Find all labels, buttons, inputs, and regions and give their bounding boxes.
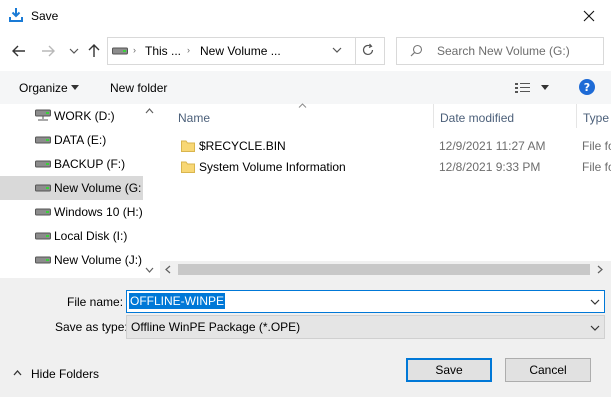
sidebar-item-work[interactable]: WORK (D:) — [0, 104, 143, 128]
search-placeholder: Search New Volume (G:) — [437, 44, 570, 58]
file-name-label: File name: — [67, 295, 124, 309]
close-icon — [583, 10, 595, 21]
up-arrow-icon — [88, 44, 100, 57]
sidebar-item-label: Windows 10 (H:) — [54, 205, 143, 219]
sidebar-item-new-volume-j[interactable]: New Volume (J:) — [0, 248, 143, 272]
forward-button[interactable] — [39, 42, 57, 60]
refresh-icon — [362, 43, 374, 56]
column-header-date[interactable]: Date modified — [440, 111, 514, 125]
hide-folders-label: Hide Folders — [31, 367, 100, 381]
sidebar-item-data[interactable]: DATA (E:) — [0, 128, 143, 152]
breadcrumb-separator-icon: › — [187, 45, 190, 55]
column-divider[interactable] — [433, 104, 434, 128]
sidebar-item-label: DATA (E:) — [54, 133, 107, 147]
drive-icon — [35, 256, 51, 264]
recent-locations-button[interactable] — [65, 42, 83, 60]
scroll-up-icon[interactable] — [145, 108, 154, 114]
sidebar-item-label: New Volume (J:) — [54, 253, 143, 267]
drive-icon — [35, 160, 51, 168]
sidebar-item-windows-10[interactable]: Windows 10 (H:) — [0, 200, 143, 224]
sort-ascending-icon — [298, 103, 307, 108]
chevron-down-icon — [590, 325, 600, 331]
chevron-down-icon — [69, 48, 79, 54]
sidebar-item-label: Local Disk (I:) — [54, 229, 128, 243]
navigation-pane-scrollbar[interactable] — [143, 104, 155, 278]
file-name-dropdown-icon[interactable] — [590, 299, 600, 305]
drive-icon — [35, 208, 51, 216]
sidebar-item-local-disk[interactable]: Local Disk (I:) — [0, 224, 143, 248]
scroll-left-icon[interactable] — [165, 265, 171, 274]
column-header-name[interactable]: Name — [178, 111, 210, 125]
drive-icon — [35, 184, 51, 192]
file-date: 12/8/2021 9:33 PM — [439, 160, 541, 174]
window-title: Save — [31, 9, 59, 23]
address-divider — [355, 37, 356, 65]
save-button[interactable]: Save — [406, 358, 492, 382]
forward-arrow-icon — [42, 45, 55, 57]
close-button[interactable] — [567, 0, 611, 31]
new-folder-label: New folder — [110, 81, 168, 95]
file-list — [160, 104, 611, 278]
file-name: System Volume Information — [199, 160, 346, 174]
save-arrow-icon — [8, 7, 24, 23]
file-type: File fo — [582, 139, 611, 153]
drive-icon — [35, 136, 51, 144]
file-row[interactable]: System Volume Information 12/8/2021 9:33… — [160, 156, 611, 178]
cancel-label: Cancel — [529, 363, 567, 377]
file-date: 12/9/2021 11:27 AM — [439, 139, 546, 153]
breadcrumb-volume[interactable]: New Volume ... — [200, 44, 281, 58]
scroll-down-icon[interactable] — [145, 267, 154, 273]
hide-folders-button[interactable]: Hide Folders — [31, 367, 99, 381]
back-arrow-icon — [12, 45, 25, 57]
save-type-label: Save as type: — [55, 320, 128, 334]
organize-label: Organize — [19, 81, 68, 95]
sidebar-item-label: BACKUP (F:) — [54, 157, 126, 171]
organize-dropdown-icon — [71, 85, 79, 90]
sidebar-item-backup[interactable]: BACKUP (F:) — [0, 152, 143, 176]
scrollbar-thumb[interactable] — [178, 264, 590, 275]
file-row[interactable]: $RECYCLE.BIN 12/9/2021 11:27 AM File fo — [160, 135, 611, 157]
sidebar-item-label: WORK (D:) — [54, 109, 115, 123]
address-dropdown-button[interactable] — [332, 45, 342, 55]
up-button[interactable] — [85, 42, 103, 60]
chevron-down-icon — [332, 47, 342, 53]
sidebar-item-label: New Volume (G: — [54, 181, 142, 195]
svg-text:?: ? — [584, 81, 590, 94]
breadcrumb-separator-icon: › — [133, 45, 136, 55]
refresh-button[interactable] — [361, 43, 375, 57]
chevron-up-icon[interactable] — [13, 370, 22, 376]
save-type-value: Offline WinPE Package (*.OPE) — [131, 320, 301, 334]
sidebar-item-new-volume-g[interactable]: New Volume (G: — [0, 176, 143, 200]
scroll-right-icon[interactable] — [597, 265, 603, 274]
file-name-value[interactable]: OFFLINE-WINPE — [129, 293, 226, 309]
breadcrumb-this-pc[interactable]: This ... — [145, 44, 181, 58]
folder-icon — [181, 161, 195, 173]
navigation-pane: WORK (D:) DATA (E:) BACKUP (F:) New Volu… — [0, 104, 155, 278]
new-folder-button[interactable]: New folder — [110, 81, 167, 95]
column-header-type[interactable]: Type — [583, 111, 609, 125]
save-label: Save — [435, 363, 463, 377]
column-divider[interactable] — [576, 104, 577, 128]
back-button[interactable] — [10, 42, 28, 60]
organize-button[interactable]: Organize — [19, 81, 68, 95]
help-icon[interactable]: ? — [579, 79, 595, 95]
title-bar — [0, 0, 611, 31]
folder-icon — [181, 140, 195, 152]
drive-icon — [35, 232, 51, 240]
drive-icon — [112, 47, 128, 55]
view-list-icon[interactable] — [514, 81, 532, 95]
cancel-button[interactable]: Cancel — [505, 358, 591, 382]
file-name: $RECYCLE.BIN — [199, 139, 286, 153]
search-icon — [410, 44, 423, 57]
file-type: File fo — [582, 160, 611, 174]
network-drive-icon — [35, 109, 51, 121]
view-dropdown-icon[interactable] — [541, 85, 549, 90]
